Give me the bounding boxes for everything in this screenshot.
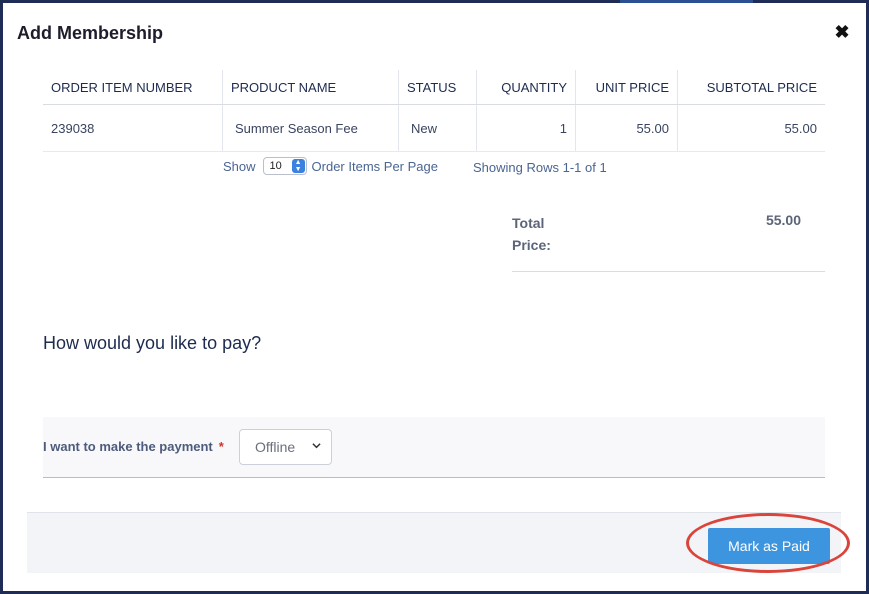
payment-heading: How would you like to pay? (43, 333, 262, 353)
table-header-row: ORDER ITEM NUMBER PRODUCT NAME STATUS QU… (43, 70, 825, 105)
header-unit-price[interactable]: UNIT PRICE (576, 70, 678, 104)
payment-method-select[interactable]: Offline (239, 429, 332, 465)
cell-order-item-number: 239038 (43, 105, 223, 151)
per-page-value: 10 (269, 160, 282, 172)
mark-as-paid-button[interactable]: Mark as Paid (708, 528, 830, 564)
payment-method-value: Offline (255, 439, 296, 455)
show-label: Show (223, 158, 256, 174)
close-icon[interactable]: ✖ (832, 22, 852, 42)
cell-product-name: Summer Season Fee (223, 105, 399, 151)
table-row: 239038 Summer Season Fee New 1 55.00 55.… (43, 105, 825, 152)
modal-footer: Mark as Paid (27, 512, 841, 573)
payment-method-label: I want to make the payment * (43, 439, 224, 454)
total-price-label: Total Price: (512, 215, 551, 253)
required-marker: * (218, 439, 224, 454)
modal-title: Add Membership (17, 23, 164, 43)
header-quantity[interactable]: QUANTITY (477, 70, 576, 104)
cell-subtotal-price: 55.00 (784, 120, 817, 136)
payment-method-row: I want to make the payment * Offline (43, 417, 825, 478)
rows-info: Showing Rows 1-1 of 1 (473, 160, 607, 175)
header-status[interactable]: STATUS (399, 70, 477, 104)
per-page-select[interactable]: 10 ▲ ▼ (262, 157, 307, 175)
header-order-item-number[interactable]: ORDER ITEM NUMBER (43, 70, 223, 104)
total-divider (512, 271, 825, 272)
payment-method-label-text: I want to make the payment (43, 439, 213, 454)
header-product-name[interactable]: PRODUCT NAME (223, 70, 399, 104)
pagination-control: Show 10 ▲ ▼ Order Items Per Page (223, 157, 438, 175)
header-subtotal-price[interactable]: SUBTOTAL PRICE (678, 70, 825, 104)
add-membership-modal: Add Membership ✖ ORDER ITEM NUMBER PRODU… (3, 3, 866, 591)
cell-status: New (399, 105, 477, 151)
cell-quantity: 1 (477, 105, 576, 151)
order-items-table: ORDER ITEM NUMBER PRODUCT NAME STATUS QU… (43, 70, 825, 152)
select-arrows-icon: ▲ ▼ (291, 159, 305, 173)
chevron-down-icon (312, 443, 321, 449)
cell-unit-price: 55.00 (576, 105, 678, 151)
total-price-value: 55.00 (765, 212, 801, 228)
per-page-suffix: Order Items Per Page (311, 158, 438, 174)
